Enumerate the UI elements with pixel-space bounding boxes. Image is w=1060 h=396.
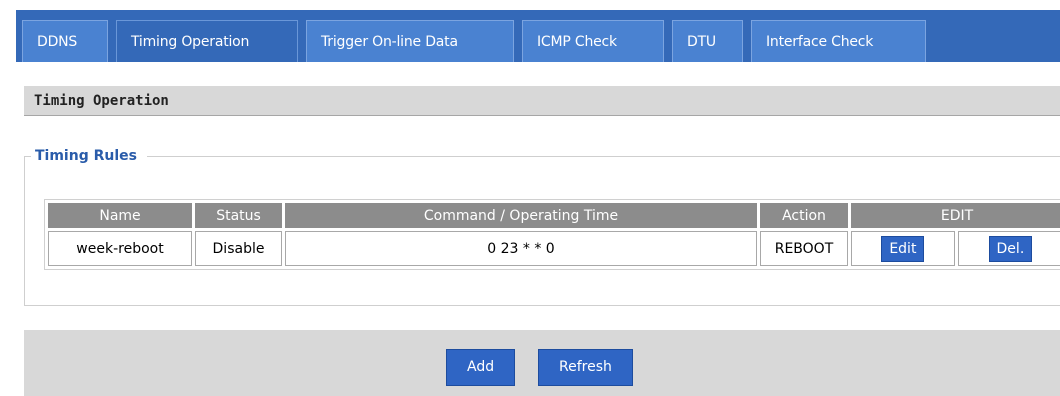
column-header-edit: EDIT — [851, 203, 1060, 228]
tab-dtu[interactable]: DTU — [672, 20, 743, 62]
column-header-name: Name — [48, 203, 192, 228]
delete-button[interactable]: Del. — [988, 235, 1033, 262]
tab-bar: DDNS Timing Operation Trigger On-line Da… — [16, 10, 1060, 62]
column-header-status: Status — [195, 203, 282, 228]
column-header-action: Action — [760, 203, 848, 228]
timing-rules-legend: Timing Rules — [35, 148, 137, 164]
tab-timing-operation[interactable]: Timing Operation — [116, 20, 298, 62]
table-row: week-reboot Disable 0 23 * * 0 REBOOT Ed… — [48, 231, 1060, 266]
tab-ddns[interactable]: DDNS — [22, 20, 108, 62]
tab-list: DDNS Timing Operation Trigger On-line Da… — [22, 20, 934, 62]
cell-edit: Edit — [851, 231, 955, 266]
cell-status: Disable — [195, 231, 282, 266]
timing-rules-table: Name Status Command / Operating Time Act… — [44, 199, 1060, 270]
section-title: Timing Operation — [24, 86, 1060, 116]
tab-interface-check[interactable]: Interface Check — [751, 20, 926, 62]
table-header-row: Name Status Command / Operating Time Act… — [48, 203, 1060, 228]
tab-icmp-check[interactable]: ICMP Check — [522, 20, 664, 62]
cell-name: week-reboot — [48, 231, 192, 266]
footer-bar: Add Refresh — [24, 330, 1060, 396]
timing-rules-group: Timing Rules Name Status Command / Opera… — [24, 148, 1060, 306]
cell-command: 0 23 * * 0 — [285, 231, 757, 266]
add-button[interactable]: Add — [446, 349, 516, 386]
edit-button[interactable]: Edit — [881, 235, 925, 262]
cell-delete: Del. — [957, 231, 1060, 266]
refresh-button[interactable]: Refresh — [538, 349, 633, 386]
cell-action: REBOOT — [760, 231, 848, 266]
tab-trigger-online-data[interactable]: Trigger On-line Data — [306, 20, 514, 62]
column-header-command: Command / Operating Time — [285, 203, 757, 228]
